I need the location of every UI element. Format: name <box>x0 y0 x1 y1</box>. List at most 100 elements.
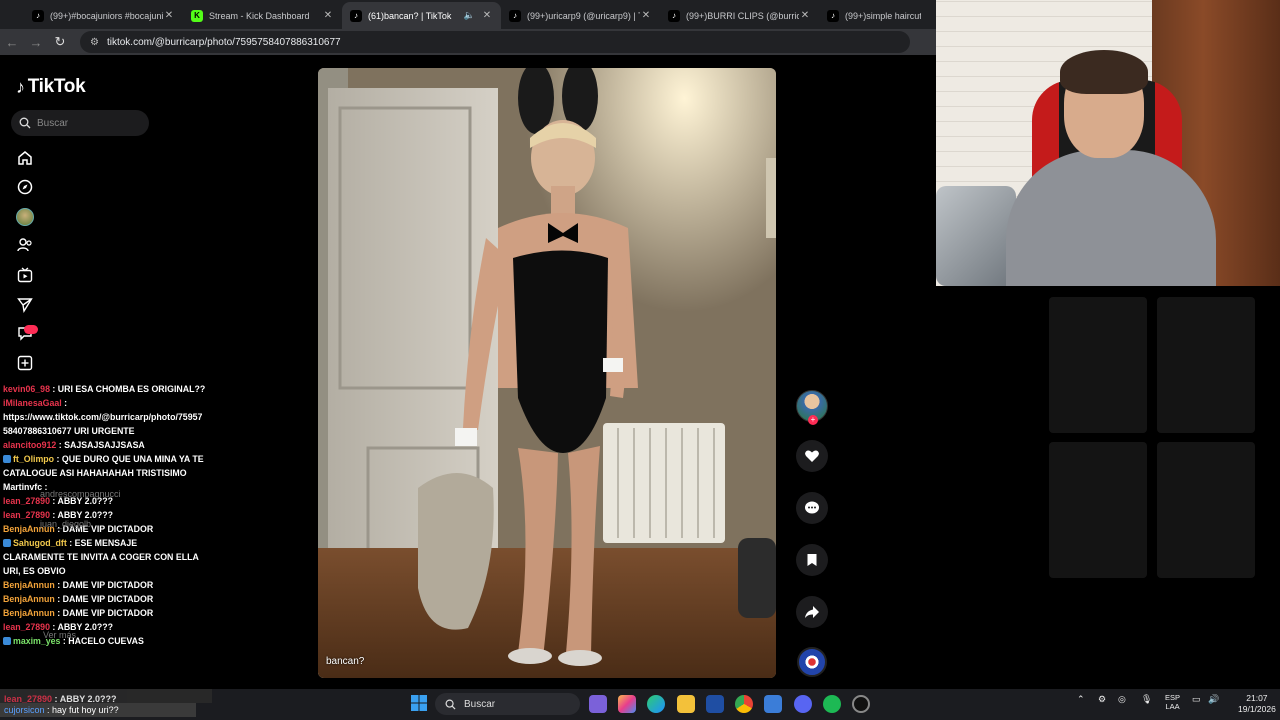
back-button[interactable]: ← <box>0 30 24 54</box>
chevron-up-icon[interactable]: ⌃ <box>1077 694 1085 705</box>
lang-top: ESP <box>1165 693 1181 702</box>
like-button[interactable] <box>796 440 828 472</box>
network-icon[interactable]: ⚙ <box>1098 694 1106 705</box>
obs-icon[interactable] <box>852 695 870 713</box>
tiktok-icon: ♪ <box>350 9 362 22</box>
microphone-icon[interactable]: 🎙 <box>1141 694 1152 705</box>
home-icon[interactable] <box>16 149 34 167</box>
windows-start-icon[interactable] <box>410 694 428 712</box>
chat-text: 58407886310677 URI URGENTE <box>3 426 135 436</box>
address-bar[interactable]: ⚙ tiktok.com/@burricarp/photo/7595758407… <box>80 31 910 53</box>
chat-username: ft_Olimpo <box>13 454 55 464</box>
following-icon[interactable] <box>16 236 34 254</box>
search-icon <box>19 117 31 129</box>
comment-button[interactable] <box>796 492 828 524</box>
tab-title: (99+)#bocajuniors #bocajunio <box>50 10 163 21</box>
chat-text: : URI ESA CHOMBA ES ORIGINAL?? <box>49 384 206 394</box>
chat-line: lean_27890 : ABBY 2.0??? <box>0 689 212 704</box>
chat-line: ft_Olimpo : QUE DURO QUE UNA MINA YA TE <box>0 452 216 466</box>
creator-avatar[interactable]: + <box>796 390 828 425</box>
teams-icon[interactable] <box>589 695 607 713</box>
chat-username: Sahugod_dft <box>13 538 67 548</box>
toolbar: ← → ↻ ⚙ tiktok.com/@burricarp/photo/7595… <box>0 29 936 55</box>
chat-line: maxim_yes : HACELO CUEVAS <box>0 634 216 648</box>
chat-text: : ESE MENSAJE <box>66 538 138 548</box>
chat-line: BenjaAnnun : DAME VIP DICTADOR <box>0 592 216 606</box>
taskbar-search[interactable]: Buscar <box>435 693 580 715</box>
tab-title: (61)bancan? | TikTok <box>368 10 452 21</box>
close-icon[interactable]: ✕ <box>322 10 334 21</box>
tab-title: Stream - Kick Dashboard <box>209 10 310 21</box>
app-tray-icon[interactable]: ◎ <box>1118 694 1126 705</box>
bookmark-icon <box>807 554 817 566</box>
webcam-overlay <box>936 0 1280 286</box>
heart-icon <box>805 450 819 462</box>
chat-text: : SAJSAJSAJJSASA <box>56 440 145 450</box>
close-icon[interactable]: ✕ <box>799 10 811 21</box>
ghost-chat-text: juan_diegolb <box>40 519 92 529</box>
messages-icon[interactable] <box>16 296 34 314</box>
chrome-icon[interactable] <box>735 695 753 713</box>
kick-icon: K <box>191 9 203 22</box>
clock-date: 19/1/2026 <box>1238 704 1276 714</box>
display-icon[interactable]: ▭ <box>1192 694 1201 705</box>
explore-icon[interactable] <box>16 178 34 196</box>
chat-badge-icon <box>3 637 11 645</box>
share-button[interactable] <box>796 596 828 628</box>
placeholder-tile <box>1157 442 1255 578</box>
chat-text: : DAME VIP DICTADOR <box>54 608 154 618</box>
close-icon[interactable]: ✕ <box>163 10 175 21</box>
placeholder-tile <box>1157 297 1255 433</box>
edge-icon[interactable] <box>647 695 665 713</box>
file-explorer-icon[interactable] <box>677 695 695 713</box>
upload-icon[interactable] <box>16 354 34 372</box>
speaker-icon[interactable]: 🔈 <box>464 10 475 21</box>
search-input[interactable]: Buscar <box>11 110 149 136</box>
tab-bocajuniors[interactable]: ♪ (99+)#bocajuniors #bocajunio ✕ <box>24 2 183 29</box>
live-icon[interactable] <box>16 266 34 284</box>
tiktok-logo[interactable]: ♪ TikTok <box>16 76 86 98</box>
chat-username: cujorsicon <box>4 705 45 715</box>
discord-icon[interactable] <box>794 695 812 713</box>
volume-icon[interactable]: 🔊 <box>1208 694 1219 705</box>
tab-burri-clips[interactable]: ♪ (99+)BURRI CLIPS (@burricarp ✕ <box>660 2 819 29</box>
share-icon <box>805 606 819 618</box>
chat-line: BenjaAnnun : DAME VIP DICTADOR <box>0 578 216 592</box>
tab-bar: ♪ (99+)#bocajuniors #bocajunio ✕ K Strea… <box>0 0 936 29</box>
spotify-icon[interactable] <box>823 695 841 713</box>
copilot-icon[interactable] <box>618 695 636 713</box>
tab-bancan-active[interactable]: ♪ (61)bancan? | TikTok 🔈 ✕ <box>342 2 501 29</box>
site-info-icon[interactable]: ⚙ <box>90 37 99 48</box>
chat-username: iMilanesaGaal <box>3 398 62 408</box>
chat-username: Martinvfc <box>3 482 43 492</box>
close-icon[interactable]: ✕ <box>640 10 652 21</box>
chat-line: CLARAMENTE TE INVITA A COGER CON ELLA <box>0 550 216 564</box>
post-photo[interactable] <box>318 68 776 678</box>
reload-button[interactable]: ↻ <box>48 30 72 54</box>
store-icon[interactable] <box>706 695 724 713</box>
clock[interactable]: 21:07 19/1/2026 <box>1238 693 1276 715</box>
chat-line: iMilanesaGaal : <box>0 396 216 410</box>
tab-title: (99+)uricarp9 (@uricarp9) | Tik <box>527 10 640 21</box>
see-more-link[interactable]: Ver más <box>43 630 76 640</box>
bookmark-button[interactable] <box>796 544 828 576</box>
music-disc[interactable] <box>797 647 827 677</box>
avatar[interactable] <box>16 208 34 226</box>
forward-button[interactable]: → <box>24 30 48 54</box>
mail-icon[interactable] <box>764 695 782 713</box>
tab-haircut[interactable]: ♪ (99+)simple haircut of the d <box>819 2 929 29</box>
tiktok-icon: ♪ <box>509 9 521 22</box>
close-icon[interactable]: ✕ <box>481 10 493 21</box>
search-placeholder: Buscar <box>37 117 69 129</box>
chat-username: alancitoo912 <box>3 440 57 450</box>
tab-kick-dashboard[interactable]: K Stream - Kick Dashboard ✕ <box>183 2 342 29</box>
chat-text: : <box>61 398 68 408</box>
stream-chat: kevin06_98 : URI ESA CHOMBA ES ORIGINAL?… <box>0 382 216 648</box>
tiktok-icon: ♪ <box>668 9 680 22</box>
chat-line: CATALOGUE ASI HAHAHAHAH TRISTISIMO <box>0 466 216 480</box>
language-indicator[interactable]: ESP LAA <box>1165 693 1180 711</box>
clock-time: 21:07 <box>1246 693 1268 703</box>
taskbar-search-placeholder: Buscar <box>464 698 496 710</box>
follow-plus-icon[interactable]: + <box>808 415 818 425</box>
tab-uricarp9[interactable]: ♪ (99+)uricarp9 (@uricarp9) | Tik ✕ <box>501 2 660 29</box>
